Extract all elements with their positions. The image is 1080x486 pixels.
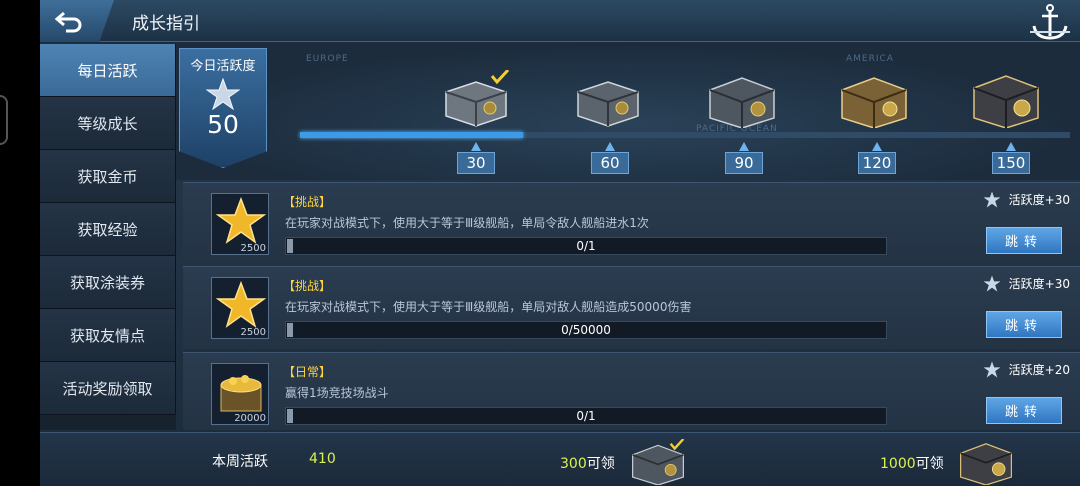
badge-title: 今日活跃度 <box>190 59 256 74</box>
task-icon-number: 2500 <box>240 327 266 338</box>
activity-progress-fill <box>300 132 524 138</box>
sidebar-item-level-growth[interactable]: 等级成长 <box>40 97 176 150</box>
gold-star-icon <box>215 196 267 244</box>
sidebar: 每日活跃 等级成长 获取金币 获取经验 获取涂装券 获取友情点 活动奖励领取 <box>40 44 176 430</box>
map-label: AMERICA <box>846 54 894 64</box>
task-reward: 活跃度+30 <box>983 275 1070 292</box>
sidebar-item-label: 获取经验 <box>77 220 138 239</box>
task-reward-icon: 20000 <box>211 363 269 425</box>
milestone-marker <box>605 142 615 151</box>
milestone-marker <box>1006 142 1016 151</box>
task-reward: 活跃度+20 <box>983 361 1070 378</box>
milestone-30: 30 <box>457 152 495 174</box>
activity-map-panel: PACIFIC OCEAN AMERICA EUROPE 今日活跃度 50 30… <box>176 44 1080 180</box>
task-reward-text: 活跃度+30 <box>1008 193 1070 207</box>
sidebar-item-label: 等级成长 <box>77 114 138 133</box>
star-icon <box>983 191 1001 208</box>
milestone-120: 120 <box>858 152 896 174</box>
chest-120-icon[interactable] <box>838 70 910 128</box>
weekly-reward-status: 可领 <box>915 456 944 472</box>
activity-progress-track <box>300 132 1070 138</box>
sidebar-item-label: 获取友情点 <box>69 326 145 345</box>
jump-button[interactable]: 跳转 <box>986 227 1062 254</box>
task-reward-text: 活跃度+20 <box>1008 363 1070 377</box>
task-progress-bar: 0/1 <box>285 237 887 255</box>
back-arrow-icon <box>54 11 82 33</box>
sidebar-item-get-friendship[interactable]: 获取友情点 <box>40 309 176 362</box>
weekly-activity-footer: 本周活跃 410 300可领 1000可领 <box>40 432 1080 486</box>
milestone-60: 60 <box>591 152 629 174</box>
sidebar-item-label: 每日活跃 <box>77 61 138 80</box>
sidebar-item-event-rewards[interactable]: 活动奖励领取 <box>40 362 176 415</box>
gold-coin-chest-icon <box>220 375 262 412</box>
star-icon <box>983 275 1001 292</box>
weekly-reward-1000: 1000可领 <box>880 453 944 473</box>
task-description: 在玩家对战模式下，使用大于等于Ⅲ级舰船，单局对敌人舰船造成50000伤害 <box>285 300 692 314</box>
task-reward: 活跃度+30 <box>983 191 1070 208</box>
weekly-activity-value: 410 <box>309 451 336 467</box>
task-progress-text: 0/50000 <box>561 323 611 337</box>
weekly-chest-1000-icon[interactable] <box>954 439 1018 485</box>
app-window: 成长指引 每日活跃 等级成长 获取金币 获取经验 获取涂装券 获取友情点 活动奖… <box>40 0 1080 486</box>
weekly-reward-threshold: 1000 <box>880 456 916 472</box>
weekly-reward-threshold: 300 <box>560 456 587 472</box>
milestone-150: 150 <box>992 152 1030 174</box>
page-title: 成长指引 <box>132 14 200 34</box>
task-tag: 【日常】 <box>283 365 332 379</box>
device-side-button <box>0 95 8 145</box>
map-label: EUROPE <box>306 54 349 64</box>
sidebar-item-label: 活动奖励领取 <box>62 379 153 398</box>
task-tag: 【挑战】 <box>283 195 332 209</box>
weekly-reward-status: 可领 <box>586 456 615 472</box>
weekly-activity-label: 本周活跃 <box>212 454 268 470</box>
sidebar-item-daily-activity[interactable]: 每日活跃 <box>40 44 176 97</box>
milestone-marker <box>872 142 882 151</box>
back-button[interactable] <box>40 0 114 42</box>
chest-60-icon[interactable] <box>572 70 644 128</box>
chest-90-icon[interactable] <box>706 70 778 128</box>
header-bar: 成长指引 <box>40 0 1080 42</box>
jump-button[interactable]: 跳转 <box>986 311 1062 338</box>
task-reward-icon: 2500 <box>211 193 269 255</box>
chest-30-icon[interactable] <box>440 70 512 128</box>
star-icon <box>983 361 1001 378</box>
weekly-chest-300-icon[interactable] <box>626 439 690 485</box>
task-progress-bar: 0/1 <box>285 407 887 425</box>
chest-150-icon[interactable] <box>970 70 1042 128</box>
task-reward-icon: 2500 <box>211 277 269 339</box>
device-bezel <box>0 0 40 486</box>
anchor-icon[interactable] <box>1028 2 1072 42</box>
gold-star-icon <box>215 280 267 328</box>
sidebar-item-label: 获取金币 <box>77 167 138 186</box>
sidebar-item-get-paint-voucher[interactable]: 获取涂装券 <box>40 256 176 309</box>
milestone-marker <box>739 142 749 151</box>
sidebar-item-label: 获取涂装券 <box>69 273 145 292</box>
task-tag: 【挑战】 <box>283 279 332 293</box>
task-reward-text: 活跃度+30 <box>1008 277 1070 291</box>
task-progress-text: 0/1 <box>576 239 596 253</box>
task-description: 赢得1场竞技场战斗 <box>285 386 389 400</box>
sidebar-item-get-exp[interactable]: 获取经验 <box>40 203 176 256</box>
task-card: 20000 【日常】 赢得1场竞技场战斗 0/1 活跃度+20 跳转 <box>183 352 1080 430</box>
task-card: 2500 【挑战】 在玩家对战模式下，使用大于等于Ⅲ级舰船，单局令敌人舰船进水1… <box>183 182 1080 265</box>
milestone-marker <box>471 142 481 151</box>
task-icon-number: 2500 <box>240 243 266 254</box>
task-card: 2500 【挑战】 在玩家对战模式下，使用大于等于Ⅲ级舰船，单局对敌人舰船造成5… <box>183 266 1080 349</box>
daily-activity-badge: 今日活跃度 50 <box>179 48 267 168</box>
task-progress-bar: 0/50000 <box>285 321 887 339</box>
task-icon-number: 20000 <box>234 413 266 424</box>
task-progress-text: 0/1 <box>576 409 596 423</box>
milestone-90: 90 <box>725 152 763 174</box>
star-icon <box>205 77 241 111</box>
sidebar-item-get-gold[interactable]: 获取金币 <box>40 150 176 203</box>
jump-button[interactable]: 跳转 <box>986 397 1062 424</box>
weekly-reward-300: 300可领 <box>560 453 615 473</box>
badge-value: 50 <box>207 110 239 139</box>
task-description: 在玩家对战模式下，使用大于等于Ⅲ级舰船，单局令敌人舰船进水1次 <box>285 216 649 230</box>
